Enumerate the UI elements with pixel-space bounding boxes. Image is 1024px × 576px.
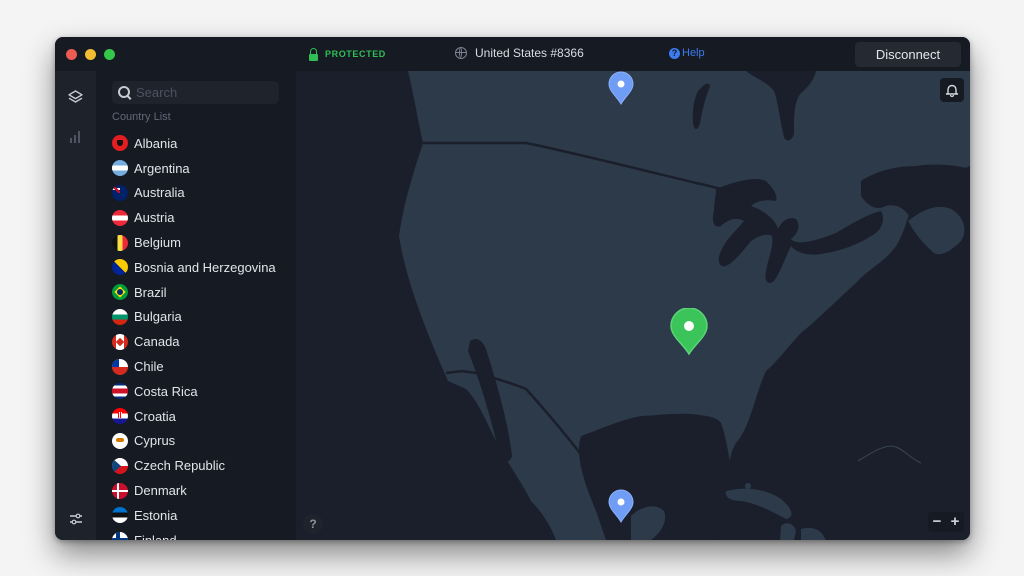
- country-item[interactable]: Austria: [112, 205, 296, 230]
- country-name: Chile: [134, 359, 164, 375]
- server-pin-canada[interactable]: [607, 71, 635, 110]
- help-link[interactable]: ? Help: [669, 47, 705, 59]
- country-name: Albania: [134, 135, 178, 151]
- country-item[interactable]: Finland: [112, 528, 296, 540]
- estonia-flag-icon: [112, 507, 128, 524]
- central-america-land: [801, 527, 826, 540]
- titlebar: PROTECTED United States #8366 ? Help Dis…: [55, 37, 970, 71]
- costa-rica-flag-icon: [112, 383, 128, 400]
- world-map[interactable]: ? − +: [296, 71, 970, 540]
- vpn-app-window: PROTECTED United States #8366 ? Help Dis…: [55, 37, 970, 540]
- country-item[interactable]: Bosnia and Herzegovina: [112, 255, 296, 280]
- map-help-button[interactable]: ?: [303, 514, 323, 534]
- belgium-flag-icon: [112, 234, 128, 251]
- country-name: Czech Republic: [134, 458, 226, 474]
- country-name: Belgium: [134, 235, 181, 251]
- ocean-arc-decoration: [857, 445, 922, 464]
- zoom-out-button[interactable]: −: [933, 512, 942, 532]
- globe-icon: [455, 47, 467, 59]
- search-box[interactable]: [112, 81, 279, 104]
- lock-icon: [308, 47, 319, 61]
- austria-flag-icon: [112, 209, 128, 226]
- country-item[interactable]: Australia: [112, 181, 296, 206]
- country-item[interactable]: Albania: [112, 131, 296, 156]
- finland-flag-icon: [112, 532, 128, 540]
- bosnia-flag-icon: [112, 259, 128, 276]
- protection-status-label: PROTECTED: [325, 49, 386, 59]
- chile-flag-icon: [112, 358, 128, 375]
- denmark-flag-icon: [112, 482, 128, 499]
- layers-icon[interactable]: [66, 88, 85, 107]
- maximize-window-button[interactable]: [104, 49, 115, 60]
- cyprus-flag-icon: [112, 432, 128, 449]
- country-item[interactable]: Belgium: [112, 230, 296, 255]
- hispaniola: [780, 523, 796, 540]
- country-name: Canada: [134, 334, 180, 350]
- minimize-window-button[interactable]: [85, 49, 96, 60]
- help-label: Help: [682, 47, 705, 59]
- country-list: Albania Argentina Australia Austria Belg…: [112, 131, 296, 540]
- brazil-flag-icon: [112, 284, 128, 301]
- country-item[interactable]: Croatia: [112, 404, 296, 429]
- country-item[interactable]: Costa Rica: [112, 379, 296, 404]
- icon-rail: [55, 71, 96, 540]
- caribbean-island: [770, 499, 774, 503]
- country-name: Argentina: [134, 160, 190, 176]
- caribbean-island: [745, 483, 751, 489]
- country-sidebar: Country List Albania Argentina Australia…: [96, 71, 296, 540]
- caribbean-island: [756, 493, 760, 497]
- country-name: Denmark: [134, 483, 187, 499]
- country-name: Estonia: [134, 507, 178, 523]
- country-item[interactable]: Czech Republic: [112, 453, 296, 478]
- stats-icon[interactable]: [66, 127, 85, 146]
- country-item[interactable]: Chile: [112, 354, 296, 379]
- map-landmass: [399, 71, 970, 540]
- bell-icon: [945, 84, 959, 97]
- notifications-button[interactable]: [940, 78, 964, 102]
- country-name: Australia: [134, 185, 185, 201]
- search-icon: [118, 85, 132, 100]
- country-list-heading: Country List: [112, 111, 171, 123]
- country-name: Austria: [134, 210, 175, 226]
- country-name: Brazil: [134, 284, 167, 300]
- cuba: [725, 488, 792, 519]
- country-name: Bosnia and Herzegovina: [134, 259, 276, 275]
- search-input[interactable]: [136, 85, 266, 100]
- czech-flag-icon: [112, 457, 128, 474]
- country-item[interactable]: Argentina: [112, 156, 296, 181]
- server-pin-united-states-connected[interactable]: [669, 307, 709, 361]
- country-name: Finland: [134, 533, 177, 540]
- country-name: Costa Rica: [134, 383, 198, 399]
- server-pin-mexico[interactable]: [607, 489, 635, 528]
- current-server-label: United States #8366: [475, 46, 584, 60]
- zoom-controls: − +: [928, 512, 964, 532]
- zoom-in-button[interactable]: +: [951, 512, 960, 532]
- country-item[interactable]: Canada: [112, 329, 296, 354]
- country-name: Cyprus: [134, 433, 176, 449]
- country-item[interactable]: Brazil: [112, 280, 296, 305]
- protection-status: PROTECTED: [308, 47, 386, 61]
- bulgaria-flag-icon: [112, 308, 128, 325]
- country-item[interactable]: Denmark: [112, 478, 296, 503]
- albania-flag-icon: [112, 135, 128, 152]
- country-item[interactable]: Estonia: [112, 503, 296, 528]
- croatia-flag-icon: [112, 408, 128, 425]
- help-icon: ?: [669, 47, 680, 59]
- settings-sliders-icon[interactable]: [66, 509, 85, 528]
- country-item[interactable]: Bulgaria: [112, 305, 296, 330]
- close-window-button[interactable]: [66, 49, 77, 60]
- argentina-flag-icon: [112, 160, 128, 177]
- disconnect-button[interactable]: Disconnect: [855, 42, 961, 67]
- australia-flag-icon: [112, 184, 128, 201]
- canada-flag-icon: [112, 333, 128, 350]
- country-name: Bulgaria: [134, 309, 182, 325]
- country-name: Croatia: [134, 408, 176, 424]
- current-server: United States #8366: [455, 46, 584, 60]
- country-item[interactable]: Cyprus: [112, 429, 296, 454]
